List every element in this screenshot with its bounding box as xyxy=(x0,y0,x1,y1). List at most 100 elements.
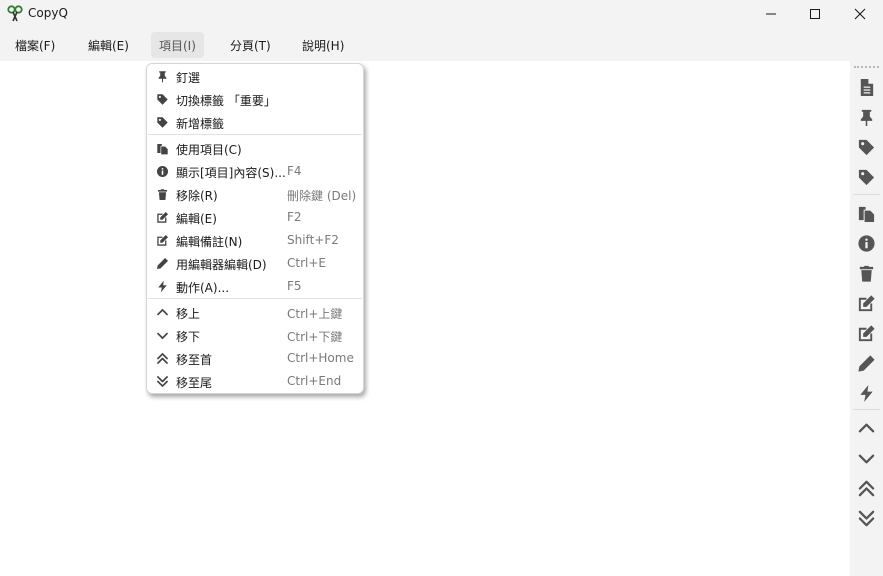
toolbar-grip[interactable] xyxy=(854,66,879,68)
maximize-icon xyxy=(810,9,820,19)
menu-label: 顯示[項目]內容(S)... xyxy=(176,166,286,180)
menu-use-item[interactable]: 使用項目(C) xyxy=(147,137,363,160)
minimize-icon xyxy=(766,13,776,15)
chevron-up-icon xyxy=(858,423,875,432)
menu-help[interactable]: 說明(H) xyxy=(294,32,352,58)
menu-move-up[interactable]: 移上 Ctrl+上鍵 xyxy=(147,301,363,324)
remove-button[interactable] xyxy=(854,260,879,286)
add-tag-button[interactable] xyxy=(854,164,879,190)
menu-shortcut: Ctrl+下鍵 xyxy=(287,330,343,344)
menu-shortcut: Ctrl+上鍵 xyxy=(287,307,343,321)
menu-edit-with-editor[interactable]: 用編輯器編輯(D) Ctrl+E xyxy=(147,252,363,275)
menu-separator xyxy=(148,298,362,299)
menu-label: 編輯(E) xyxy=(176,212,217,226)
menu-item[interactable]: 項目(I) xyxy=(151,32,204,58)
menu-shortcut: Shift+F2 xyxy=(287,233,339,247)
title-bar[interactable]: CopyQ xyxy=(0,0,883,28)
edit-button[interactable] xyxy=(854,290,879,316)
pencil-icon xyxy=(858,354,875,372)
menu-shortcut: Ctrl+End xyxy=(287,374,342,388)
menu-pin[interactable]: 釘選 xyxy=(147,65,363,88)
edit-icon xyxy=(156,211,169,224)
menu-label: 釘選 xyxy=(176,71,201,85)
double-chevron-up-icon xyxy=(156,352,169,365)
pin-button[interactable] xyxy=(854,104,879,130)
menu-move-top[interactable]: 移至首 Ctrl+Home xyxy=(147,347,363,370)
menu-label: 切換標籤 「重要」 xyxy=(176,94,276,108)
new-item-button[interactable] xyxy=(854,74,879,100)
clipboard-item-list[interactable] xyxy=(0,61,850,576)
menu-label: 移下 xyxy=(176,330,201,344)
trash-icon xyxy=(156,188,169,201)
pencil-icon xyxy=(156,257,169,270)
menu-edit[interactable]: 編輯(E) xyxy=(80,32,137,58)
copy-icon xyxy=(858,206,875,222)
menu-toggle-tag[interactable]: 切換標籤 「重要」 xyxy=(147,88,363,111)
menu-label: 移至首 xyxy=(176,353,213,367)
pin-icon xyxy=(156,70,169,83)
menu-label: 移除(R) xyxy=(176,189,218,203)
tag-icon xyxy=(858,169,875,185)
menu-tabs[interactable]: 分頁(T) xyxy=(222,32,279,58)
edit-notes-icon xyxy=(858,324,875,341)
menu-move-down[interactable]: 移下 Ctrl+下鍵 xyxy=(147,324,363,347)
menu-shortcut: Ctrl+E xyxy=(287,256,326,270)
menu-label: 使用項目(C) xyxy=(176,143,242,157)
use-item-button[interactable] xyxy=(854,200,879,226)
bolt-icon xyxy=(156,280,169,293)
menu-label: 編輯備註(N) xyxy=(176,235,243,249)
double-chevron-down-icon xyxy=(156,375,169,388)
menu-separator xyxy=(148,134,362,135)
copyq-logo-icon xyxy=(7,5,23,22)
menu-shortcut: 刪除鍵 (Del) xyxy=(287,189,357,203)
chevron-up-icon xyxy=(156,306,169,319)
menu-label: 動作(A)... xyxy=(176,281,230,295)
menu-show-content[interactable]: 顯示[項目]內容(S)... F4 xyxy=(147,160,363,183)
move-bottom-button[interactable] xyxy=(854,505,879,531)
menu-bar: 檔案(F) 編輯(E) 項目(I) 分頁(T) 說明(H) xyxy=(0,28,883,61)
close-icon xyxy=(854,8,866,20)
chevron-down-icon xyxy=(156,329,169,342)
info-icon xyxy=(156,165,169,178)
menu-shortcut: F2 xyxy=(287,210,302,224)
menu-label: 用編輯器編輯(D) xyxy=(176,258,267,272)
action-button[interactable] xyxy=(854,380,879,406)
edit-with-editor-button[interactable] xyxy=(854,350,879,376)
menu-move-bottom[interactable]: 移至尾 Ctrl+End xyxy=(147,370,363,393)
copy-icon xyxy=(156,142,169,155)
tag-icon xyxy=(858,139,875,155)
show-content-button[interactable] xyxy=(854,230,879,256)
tag-icon xyxy=(156,93,169,106)
menu-label: 移至尾 xyxy=(176,376,213,390)
window-title: CopyQ xyxy=(28,6,68,20)
trash-icon xyxy=(859,265,874,282)
move-down-button[interactable] xyxy=(854,445,879,471)
bolt-icon xyxy=(860,384,873,402)
minimize-button[interactable] xyxy=(748,0,794,28)
menu-label: 移上 xyxy=(176,307,201,321)
menu-edit-item[interactable]: 編輯(E) F2 xyxy=(147,206,363,229)
chevron-down-icon xyxy=(858,454,875,463)
info-icon xyxy=(858,234,875,252)
menu-remove[interactable]: 移除(R) 刪除鍵 (Del) xyxy=(147,183,363,206)
new-item-icon xyxy=(860,78,874,96)
menu-edit-notes[interactable]: 編輯備註(N) Shift+F2 xyxy=(147,229,363,252)
menu-shortcut: F4 xyxy=(287,164,302,178)
menu-shortcut: F5 xyxy=(287,279,302,293)
toolbar-separator xyxy=(853,409,880,410)
maximize-button[interactable] xyxy=(792,0,838,28)
move-top-button[interactable] xyxy=(854,475,879,501)
close-button[interactable] xyxy=(837,0,883,28)
tag-icon xyxy=(156,116,169,129)
menu-action[interactable]: 動作(A)... F5 xyxy=(147,275,363,298)
menu-add-tag[interactable]: 新增標籤 xyxy=(147,111,363,134)
double-chevron-down-icon xyxy=(858,510,875,526)
toolbar-separator xyxy=(853,194,880,195)
toggle-tag-button[interactable] xyxy=(854,134,879,160)
double-chevron-up-icon xyxy=(858,480,875,496)
item-toolbar xyxy=(850,61,883,576)
move-up-button[interactable] xyxy=(854,415,879,441)
menu-file[interactable]: 檔案(F) xyxy=(7,32,63,58)
edit-notes-button[interactable] xyxy=(854,320,879,346)
menu-label: 新增標籤 xyxy=(176,117,225,131)
